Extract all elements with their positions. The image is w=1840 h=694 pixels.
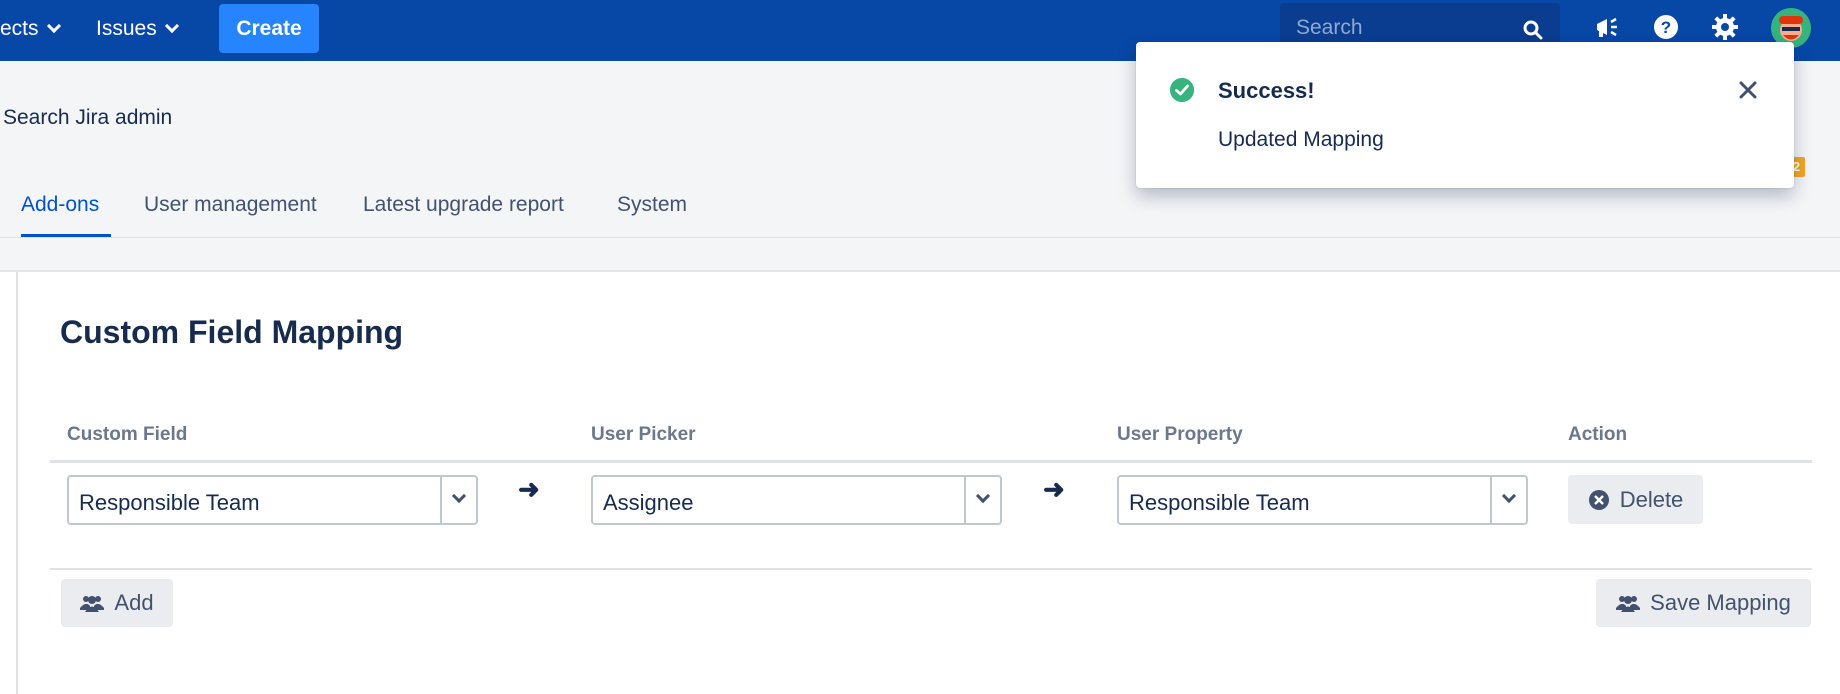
close-icon[interactable]	[1736, 78, 1760, 102]
users-icon	[1616, 596, 1641, 612]
active-tab-indicator	[21, 234, 111, 237]
success-check-icon	[1170, 78, 1194, 102]
table-row-rule	[50, 568, 1812, 570]
user-property-select[interactable]: Responsible Team	[1117, 475, 1528, 525]
tab-latest-upgrade-report[interactable]: Latest upgrade report	[363, 193, 564, 217]
delete-button[interactable]: Delete	[1568, 475, 1703, 524]
success-toast: Success! Updated Mapping	[1136, 42, 1794, 188]
chevron-down-icon	[451, 488, 467, 504]
tab-divider	[0, 237, 1840, 238]
select-separator	[964, 477, 966, 523]
column-header-user-property: User Property	[1117, 424, 1243, 445]
add-button[interactable]: Add	[61, 579, 173, 627]
user-picker-value: Assignee	[603, 490, 694, 515]
delete-button-label: Delete	[1619, 486, 1684, 512]
chevron-down-icon	[975, 488, 991, 504]
nav-issues-label: Issues	[96, 17, 157, 40]
add-button-label: Add	[114, 590, 154, 615]
search-jira-admin-link[interactable]: Search Jira admin	[3, 106, 172, 130]
page-title: Custom Field Mapping	[60, 314, 404, 350]
users-icon	[80, 596, 105, 612]
toast-title: Success!	[1218, 78, 1315, 103]
nav-projects-menu[interactable]: ects	[0, 14, 61, 44]
save-mapping-button-label: Save Mapping	[1650, 590, 1791, 615]
nav-projects-label: ects	[0, 17, 39, 40]
arrow-right-icon: ➜	[518, 474, 540, 504]
megaphone-icon[interactable]	[1592, 12, 1622, 42]
chevron-down-icon	[46, 18, 61, 34]
svg-text:?: ?	[1661, 18, 1671, 37]
column-header-action: Action	[1568, 424, 1628, 445]
sidebar-divider	[16, 272, 18, 694]
toast-message: Updated Mapping	[1218, 128, 1384, 151]
gear-icon[interactable]	[1710, 12, 1740, 42]
user-property-value: Responsible Team	[1129, 490, 1310, 515]
tab-system[interactable]: System	[617, 193, 687, 217]
delete-circle-icon	[1588, 489, 1609, 510]
create-button[interactable]: Create	[219, 4, 319, 53]
nav-issues-menu[interactable]: Issues	[96, 14, 179, 44]
column-header-custom-field: Custom Field	[67, 424, 188, 445]
search-icon[interactable]	[1522, 19, 1544, 41]
tab-user-management[interactable]: User management	[144, 193, 317, 217]
tab-add-ons[interactable]: Add-ons	[21, 193, 99, 217]
select-separator	[440, 477, 442, 523]
save-mapping-button[interactable]: Save Mapping	[1596, 579, 1811, 627]
table-header-rule	[50, 460, 1812, 463]
custom-field-value: Responsible Team	[79, 490, 260, 515]
column-header-user-picker: User Picker	[591, 424, 696, 445]
custom-field-select[interactable]: Responsible Team	[67, 475, 478, 525]
chevron-down-icon	[164, 18, 179, 34]
select-separator	[1490, 477, 1492, 523]
chevron-down-icon	[1501, 488, 1517, 504]
arrow-right-icon: ➜	[1043, 474, 1065, 504]
help-icon[interactable]: ?	[1651, 12, 1681, 42]
user-picker-select[interactable]: Assignee	[591, 475, 1002, 525]
search-placeholder: Search	[1296, 16, 1363, 39]
